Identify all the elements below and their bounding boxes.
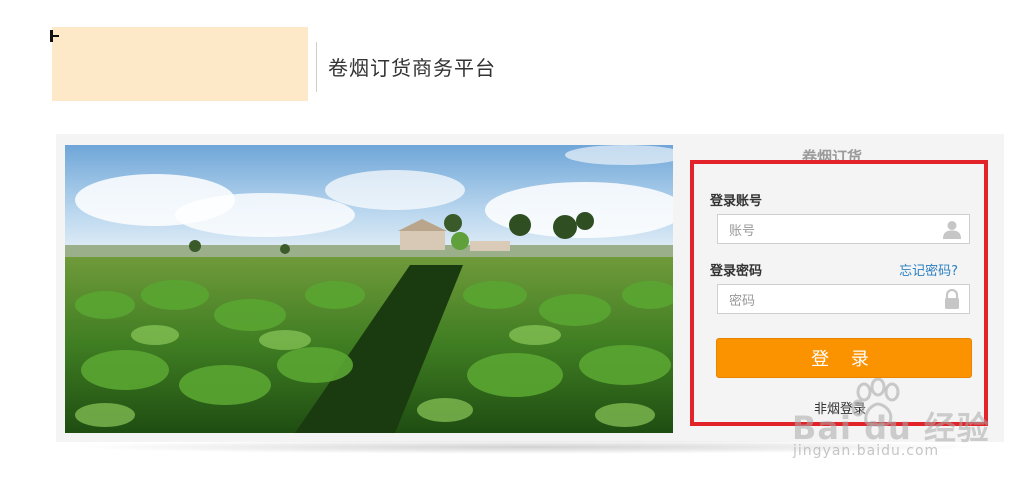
user-icon: [943, 221, 961, 239]
account-input[interactable]: [727, 221, 931, 241]
logo-mark-icon: [50, 30, 59, 42]
account-field-wrapper: [717, 214, 970, 244]
password-label: 登录密码: [710, 264, 763, 279]
watermark-url: jingyan.baidu.com: [793, 443, 940, 459]
password-field-wrapper: [717, 284, 970, 314]
login-button[interactable]: 登 录: [716, 338, 972, 378]
site-title: 卷烟订货商务平台: [328, 56, 496, 80]
title-divider: [316, 42, 317, 92]
hero-image: [65, 145, 673, 433]
forgot-password-link[interactable]: 忘记密码?: [899, 260, 958, 279]
logo-placeholder: [52, 27, 308, 101]
password-input[interactable]: [727, 291, 931, 311]
account-label: 登录账号: [710, 194, 763, 209]
login-form-highlight: 登录账号 登录密码 忘记密码? 登 录 非烟登录: [690, 160, 988, 426]
lock-icon: [945, 289, 959, 309]
tobacco-field-illustration: [65, 145, 673, 433]
